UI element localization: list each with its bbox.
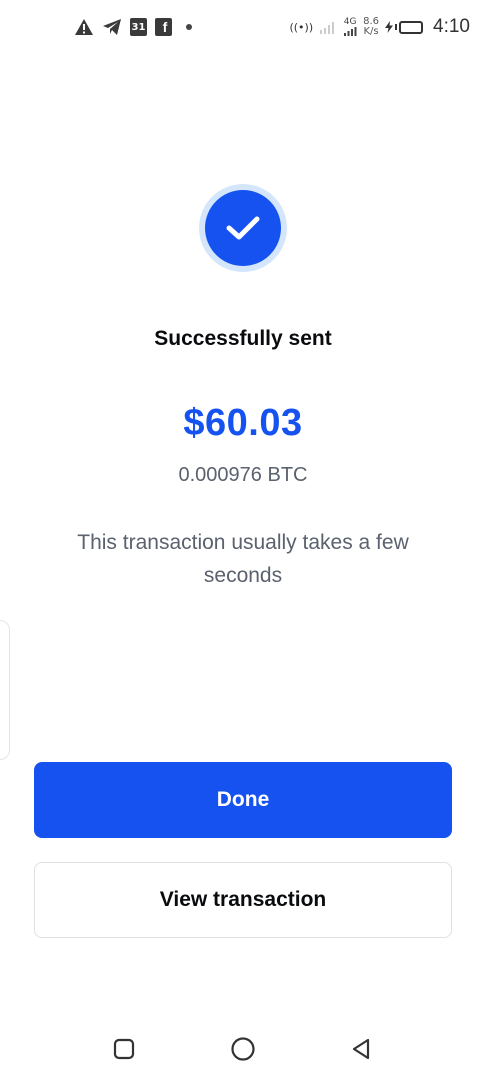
battery-icon	[385, 20, 424, 34]
transaction-note: This transaction usually takes a few sec…	[77, 531, 409, 587]
fiat-amount: $60.03	[183, 402, 303, 444]
done-button[interactable]: Done	[34, 762, 452, 838]
crypto-amount: 0.000976 BTC	[178, 464, 308, 486]
recent-apps-icon[interactable]	[109, 1034, 139, 1064]
network-indicator: 4G	[343, 18, 357, 36]
signal-bars-icon	[344, 27, 357, 36]
success-badge	[199, 184, 287, 272]
view-transaction-button[interactable]: View transaction	[34, 862, 452, 938]
facebook-icon: f	[155, 18, 172, 36]
calendar-icon: 31	[130, 18, 147, 36]
network-type: 4G	[343, 17, 357, 27]
speed-unit: K/s	[363, 26, 379, 37]
navigation-bar	[0, 1016, 486, 1080]
clock: 4:10	[433, 16, 470, 37]
charging-icon	[385, 21, 394, 33]
check-icon	[226, 216, 260, 240]
back-icon[interactable]	[347, 1034, 377, 1064]
telegram-icon	[102, 18, 122, 36]
warning-icon	[74, 18, 94, 36]
signal-icon	[319, 20, 337, 34]
status-bar-left: 31 f	[74, 16, 192, 38]
edge-panel-handle[interactable]	[0, 620, 10, 760]
status-bar: 31 f ((•)) 4G 8.6 K/s 4:10	[0, 0, 486, 54]
network-speed: 8.6 K/s	[363, 17, 379, 37]
hotspot-icon: ((•))	[289, 20, 314, 34]
home-icon[interactable]	[228, 1034, 258, 1064]
success-title: Successfully sent	[154, 327, 332, 350]
notification-dot-icon	[186, 24, 192, 30]
status-bar-right: ((•)) 4G 8.6 K/s 4:10	[289, 12, 470, 42]
